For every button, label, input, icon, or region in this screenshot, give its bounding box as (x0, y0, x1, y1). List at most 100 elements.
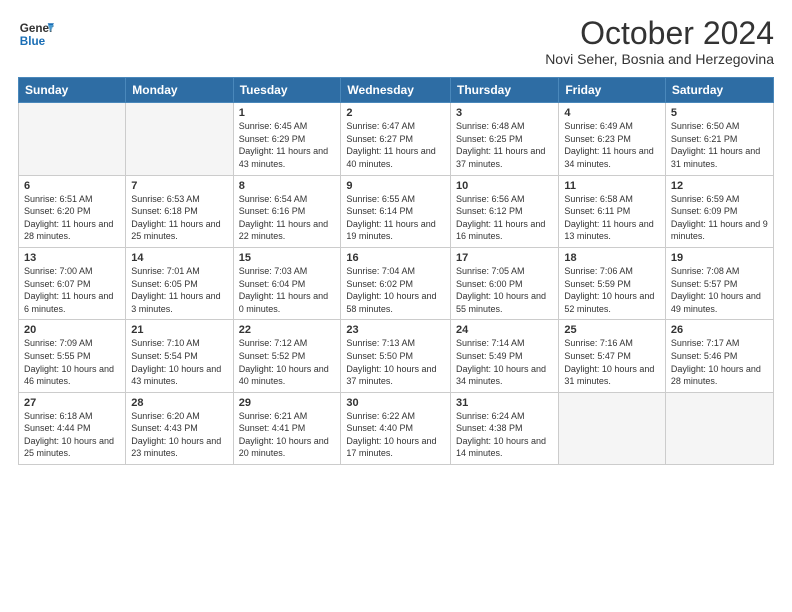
calendar-header-row: Sunday Monday Tuesday Wednesday Thursday… (19, 78, 774, 103)
day-info: Sunrise: 6:49 AM Sunset: 6:23 PM Dayligh… (564, 120, 660, 170)
table-row: 31Sunrise: 6:24 AM Sunset: 4:38 PM Dayli… (451, 392, 559, 464)
day-info: Sunrise: 6:58 AM Sunset: 6:11 PM Dayligh… (564, 193, 660, 243)
day-number: 25 (564, 324, 660, 336)
table-row: 5Sunrise: 6:50 AM Sunset: 6:21 PM Daylig… (665, 103, 773, 175)
col-monday: Monday (126, 78, 233, 103)
day-number: 7 (131, 180, 227, 192)
table-row: 4Sunrise: 6:49 AM Sunset: 6:23 PM Daylig… (559, 103, 666, 175)
day-info: Sunrise: 7:03 AM Sunset: 6:04 PM Dayligh… (239, 265, 336, 315)
day-info: Sunrise: 6:48 AM Sunset: 6:25 PM Dayligh… (456, 120, 553, 170)
table-row: 12Sunrise: 6:59 AM Sunset: 6:09 PM Dayli… (665, 175, 773, 247)
day-number: 18 (564, 252, 660, 264)
day-info: Sunrise: 7:00 AM Sunset: 6:07 PM Dayligh… (24, 265, 120, 315)
day-info: Sunrise: 7:08 AM Sunset: 5:57 PM Dayligh… (671, 265, 768, 315)
day-number: 17 (456, 252, 553, 264)
day-number: 21 (131, 324, 227, 336)
day-info: Sunrise: 7:16 AM Sunset: 5:47 PM Dayligh… (564, 337, 660, 387)
day-info: Sunrise: 7:17 AM Sunset: 5:46 PM Dayligh… (671, 337, 768, 387)
day-info: Sunrise: 6:45 AM Sunset: 6:29 PM Dayligh… (239, 120, 336, 170)
day-number: 11 (564, 180, 660, 192)
table-row: 18Sunrise: 7:06 AM Sunset: 5:59 PM Dayli… (559, 247, 666, 319)
day-info: Sunrise: 7:14 AM Sunset: 5:49 PM Dayligh… (456, 337, 553, 387)
day-number: 9 (346, 180, 445, 192)
table-row (559, 392, 666, 464)
col-saturday: Saturday (665, 78, 773, 103)
day-info: Sunrise: 7:06 AM Sunset: 5:59 PM Dayligh… (564, 265, 660, 315)
calendar-table: Sunday Monday Tuesday Wednesday Thursday… (18, 77, 774, 465)
day-info: Sunrise: 7:05 AM Sunset: 6:00 PM Dayligh… (456, 265, 553, 315)
day-info: Sunrise: 7:01 AM Sunset: 6:05 PM Dayligh… (131, 265, 227, 315)
day-info: Sunrise: 6:21 AM Sunset: 4:41 PM Dayligh… (239, 410, 336, 460)
day-info: Sunrise: 7:09 AM Sunset: 5:55 PM Dayligh… (24, 337, 120, 387)
table-row: 17Sunrise: 7:05 AM Sunset: 6:00 PM Dayli… (451, 247, 559, 319)
logo-icon: General Blue (18, 16, 54, 52)
header: General Blue October 2024 Novi Seher, Bo… (18, 16, 774, 67)
table-row: 14Sunrise: 7:01 AM Sunset: 6:05 PM Dayli… (126, 247, 233, 319)
day-number: 28 (131, 397, 227, 409)
table-row (665, 392, 773, 464)
day-number: 5 (671, 107, 768, 119)
calendar-week-row: 13Sunrise: 7:00 AM Sunset: 6:07 PM Dayli… (19, 247, 774, 319)
day-info: Sunrise: 6:47 AM Sunset: 6:27 PM Dayligh… (346, 120, 445, 170)
col-wednesday: Wednesday (341, 78, 451, 103)
table-row: 21Sunrise: 7:10 AM Sunset: 5:54 PM Dayli… (126, 320, 233, 392)
day-info: Sunrise: 6:59 AM Sunset: 6:09 PM Dayligh… (671, 193, 768, 243)
table-row: 16Sunrise: 7:04 AM Sunset: 6:02 PM Dayli… (341, 247, 451, 319)
day-number: 23 (346, 324, 445, 336)
day-number: 24 (456, 324, 553, 336)
day-number: 20 (24, 324, 120, 336)
table-row: 22Sunrise: 7:12 AM Sunset: 5:52 PM Dayli… (233, 320, 341, 392)
col-sunday: Sunday (19, 78, 126, 103)
day-number: 29 (239, 397, 336, 409)
day-info: Sunrise: 6:20 AM Sunset: 4:43 PM Dayligh… (131, 410, 227, 460)
table-row: 13Sunrise: 7:00 AM Sunset: 6:07 PM Dayli… (19, 247, 126, 319)
svg-text:Blue: Blue (20, 35, 46, 48)
day-number: 26 (671, 324, 768, 336)
day-info: Sunrise: 7:13 AM Sunset: 5:50 PM Dayligh… (346, 337, 445, 387)
table-row: 28Sunrise: 6:20 AM Sunset: 4:43 PM Dayli… (126, 392, 233, 464)
location: Novi Seher, Bosnia and Herzegovina (545, 51, 774, 67)
table-row: 30Sunrise: 6:22 AM Sunset: 4:40 PM Dayli… (341, 392, 451, 464)
day-info: Sunrise: 6:55 AM Sunset: 6:14 PM Dayligh… (346, 193, 445, 243)
day-info: Sunrise: 6:50 AM Sunset: 6:21 PM Dayligh… (671, 120, 768, 170)
day-number: 15 (239, 252, 336, 264)
day-number: 10 (456, 180, 553, 192)
table-row: 27Sunrise: 6:18 AM Sunset: 4:44 PM Dayli… (19, 392, 126, 464)
table-row: 8Sunrise: 6:54 AM Sunset: 6:16 PM Daylig… (233, 175, 341, 247)
day-info: Sunrise: 6:24 AM Sunset: 4:38 PM Dayligh… (456, 410, 553, 460)
table-row: 2Sunrise: 6:47 AM Sunset: 6:27 PM Daylig… (341, 103, 451, 175)
day-number: 31 (456, 397, 553, 409)
day-number: 30 (346, 397, 445, 409)
table-row (126, 103, 233, 175)
day-number: 22 (239, 324, 336, 336)
day-info: Sunrise: 6:51 AM Sunset: 6:20 PM Dayligh… (24, 193, 120, 243)
table-row: 9Sunrise: 6:55 AM Sunset: 6:14 PM Daylig… (341, 175, 451, 247)
table-row: 15Sunrise: 7:03 AM Sunset: 6:04 PM Dayli… (233, 247, 341, 319)
day-number: 12 (671, 180, 768, 192)
day-number: 4 (564, 107, 660, 119)
day-number: 19 (671, 252, 768, 264)
table-row: 23Sunrise: 7:13 AM Sunset: 5:50 PM Dayli… (341, 320, 451, 392)
day-info: Sunrise: 6:53 AM Sunset: 6:18 PM Dayligh… (131, 193, 227, 243)
day-number: 1 (239, 107, 336, 119)
table-row: 3Sunrise: 6:48 AM Sunset: 6:25 PM Daylig… (451, 103, 559, 175)
table-row: 29Sunrise: 6:21 AM Sunset: 4:41 PM Dayli… (233, 392, 341, 464)
table-row: 19Sunrise: 7:08 AM Sunset: 5:57 PM Dayli… (665, 247, 773, 319)
calendar-week-row: 20Sunrise: 7:09 AM Sunset: 5:55 PM Dayli… (19, 320, 774, 392)
day-info: Sunrise: 7:10 AM Sunset: 5:54 PM Dayligh… (131, 337, 227, 387)
table-row: 7Sunrise: 6:53 AM Sunset: 6:18 PM Daylig… (126, 175, 233, 247)
table-row: 6Sunrise: 6:51 AM Sunset: 6:20 PM Daylig… (19, 175, 126, 247)
day-info: Sunrise: 7:04 AM Sunset: 6:02 PM Dayligh… (346, 265, 445, 315)
title-area: October 2024 Novi Seher, Bosnia and Herz… (545, 16, 774, 67)
table-row: 24Sunrise: 7:14 AM Sunset: 5:49 PM Dayli… (451, 320, 559, 392)
calendar-week-row: 27Sunrise: 6:18 AM Sunset: 4:44 PM Dayli… (19, 392, 774, 464)
day-info: Sunrise: 6:22 AM Sunset: 4:40 PM Dayligh… (346, 410, 445, 460)
col-tuesday: Tuesday (233, 78, 341, 103)
calendar-week-row: 1Sunrise: 6:45 AM Sunset: 6:29 PM Daylig… (19, 103, 774, 175)
calendar-week-row: 6Sunrise: 6:51 AM Sunset: 6:20 PM Daylig… (19, 175, 774, 247)
table-row: 10Sunrise: 6:56 AM Sunset: 6:12 PM Dayli… (451, 175, 559, 247)
day-number: 14 (131, 252, 227, 264)
table-row: 25Sunrise: 7:16 AM Sunset: 5:47 PM Dayli… (559, 320, 666, 392)
day-info: Sunrise: 7:12 AM Sunset: 5:52 PM Dayligh… (239, 337, 336, 387)
day-number: 27 (24, 397, 120, 409)
